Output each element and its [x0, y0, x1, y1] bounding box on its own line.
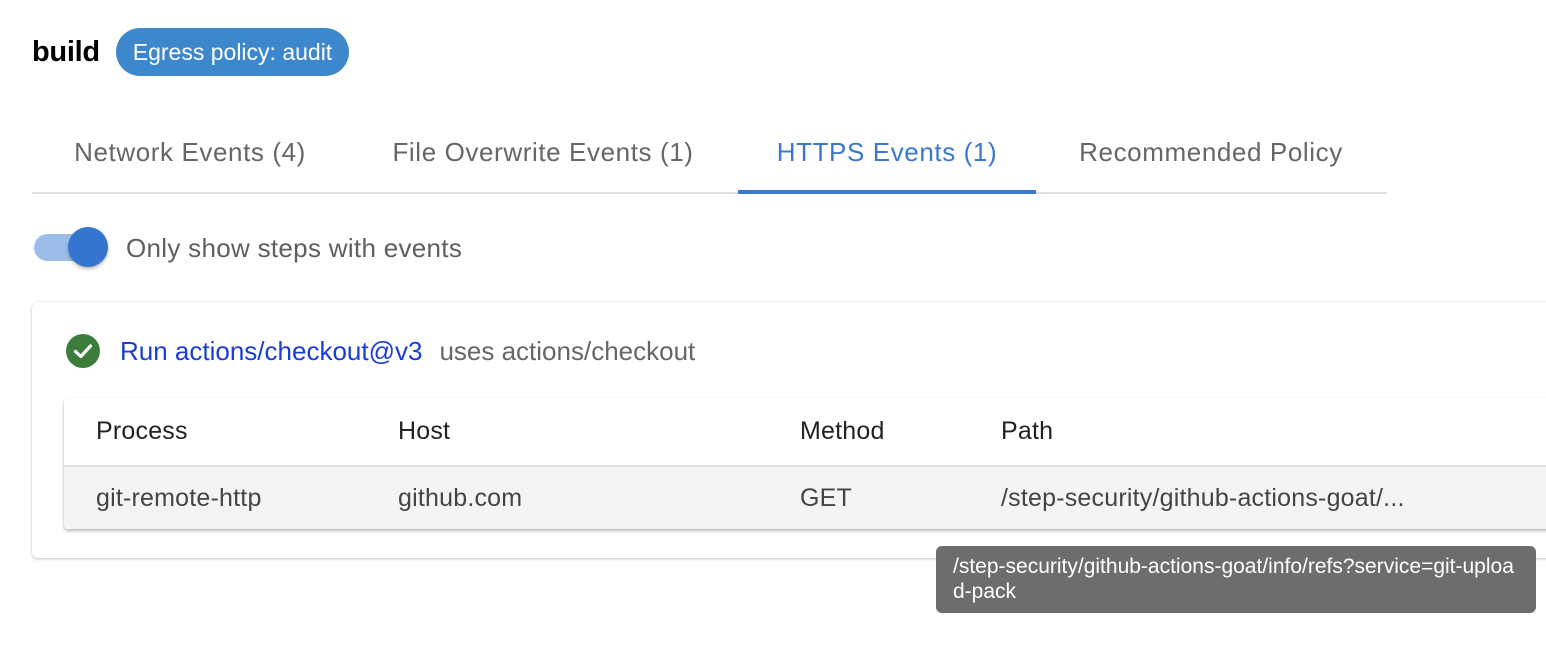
egress-policy-badge: Egress policy: audit	[115, 28, 350, 76]
step-uses: uses actions/checkout	[439, 335, 696, 366]
cell-path[interactable]: /step-security/github-actions-goat/...	[1001, 484, 1405, 513]
step-card: Run actions/checkout@v3 uses actions/che…	[32, 302, 1546, 558]
only-steps-with-events-toggle-row: Only show steps with events	[34, 226, 462, 270]
path-tooltip: /step-security/github-actions-goat/info/…	[936, 546, 1536, 613]
job-header: build Egress policy: audit	[32, 28, 350, 76]
tab-network-events[interactable]: Network Events (4)	[32, 112, 348, 192]
switch-thumb[interactable]	[68, 227, 108, 267]
toggle-label: Only show steps with events	[126, 232, 463, 263]
step-name-link[interactable]: Run actions/checkout@v3	[120, 336, 422, 367]
column-header-path: Path	[1001, 417, 1054, 445]
https-events-table: Process Host Method Path git-remote-http…	[64, 398, 1546, 529]
job-name: build	[32, 35, 100, 68]
column-header-host: Host	[398, 417, 451, 445]
cell-method: GET	[800, 483, 852, 512]
only-steps-with-events-switch[interactable]	[34, 226, 110, 270]
column-header-process: Process	[96, 417, 188, 445]
cell-process: git-remote-http	[96, 483, 262, 512]
tab-recommended-policy[interactable]: Recommended Policy	[1036, 112, 1386, 192]
check-circle-icon	[66, 334, 100, 368]
page: build Egress policy: audit Network Event…	[0, 0, 1546, 646]
table-header-row: Process Host Method Path	[64, 398, 1546, 467]
table-row: git-remote-http github.com GET /step-sec…	[64, 467, 1546, 529]
event-tabs: Network Events (4) File Overwrite Events…	[32, 112, 1387, 194]
tab-https-events[interactable]: HTTPS Events (1)	[738, 112, 1036, 194]
tab-file-overwrite-events[interactable]: File Overwrite Events (1)	[348, 112, 738, 192]
column-header-method: Method	[800, 417, 885, 445]
cell-host: github.com	[398, 483, 523, 512]
step-header: Run actions/checkout@v3 uses actions/che…	[66, 334, 695, 368]
